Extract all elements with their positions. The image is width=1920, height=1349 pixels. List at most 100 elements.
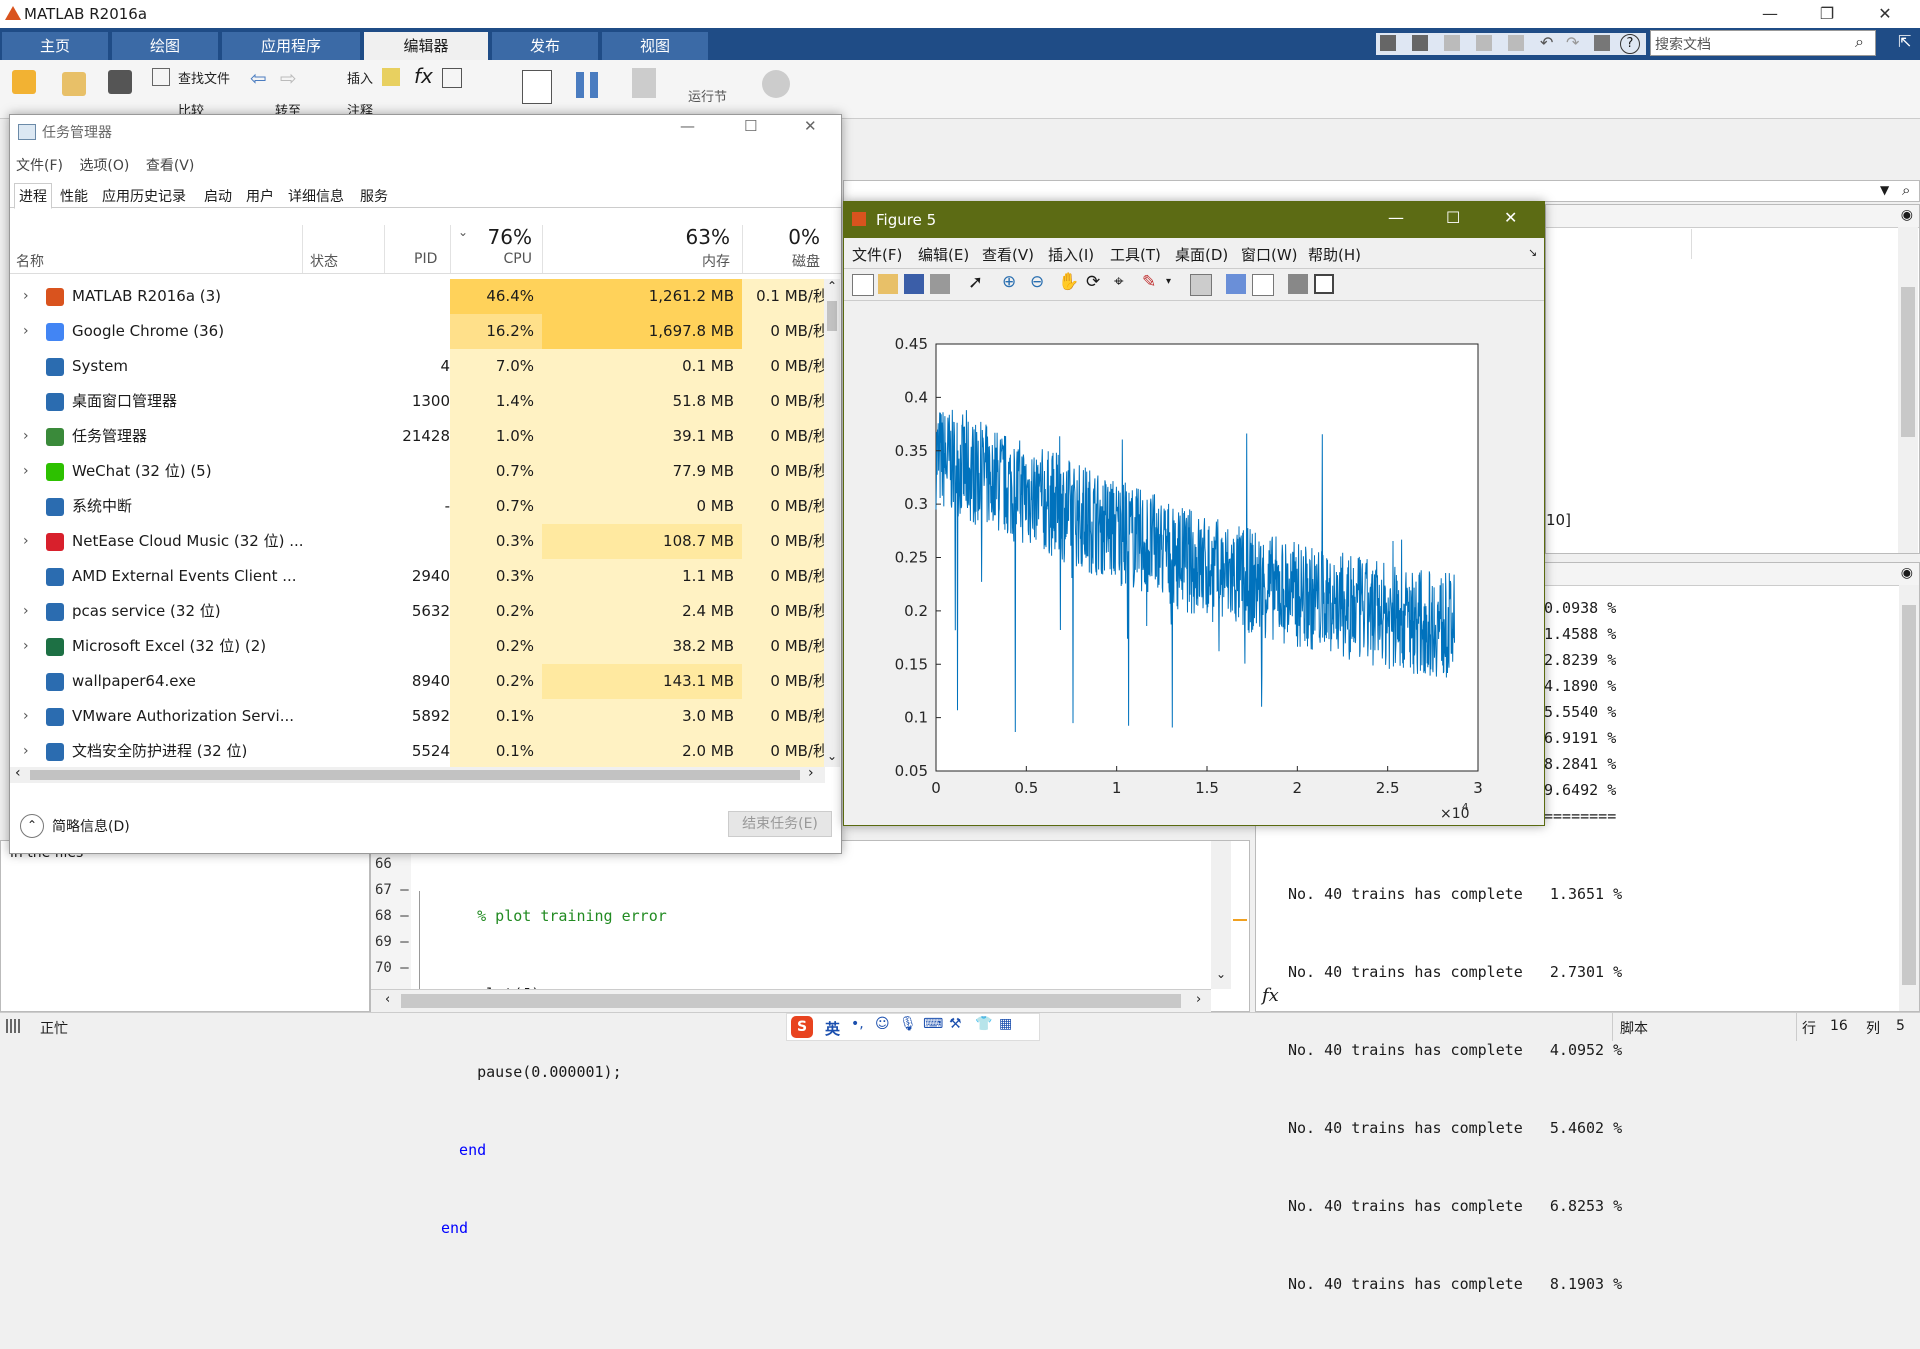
tm-maximize-icon[interactable]: ☐: [744, 117, 757, 135]
tm-vscrollbar[interactable]: ⌃ ⌄: [824, 279, 840, 767]
code-area[interactable]: % plot training error plot(J); pause(0.0…: [441, 851, 667, 1293]
fig-brush-dropdown-icon[interactable]: ▾: [1166, 276, 1171, 287]
tm-tab-processes[interactable]: 进程: [14, 183, 52, 209]
process-row[interactable]: › MATLAB R2016a (3) 46.4% 1,261.2 MB 0.1 MB/…: [10, 279, 825, 314]
run-section-button[interactable]: 运行节: [688, 86, 727, 105]
close-icon[interactable]: ✕: [1862, 0, 1908, 28]
fig-pointer-icon[interactable]: ➚: [968, 272, 983, 293]
find-files-icon[interactable]: [152, 68, 170, 86]
process-row[interactable]: AMD External Events Client ... 2940 0.3% 1.…: [10, 559, 825, 594]
command-scroll-thumb[interactable]: [1902, 605, 1916, 985]
punctuation-icon[interactable]: •,: [851, 1016, 864, 1032]
tm-hscrollbar[interactable]: ‹ ›: [10, 765, 825, 783]
scroll-down-icon[interactable]: ⌄: [1216, 967, 1226, 981]
expand-chevron-icon[interactable]: ›: [23, 699, 29, 734]
open-folder-icon[interactable]: [62, 72, 86, 96]
save-icon[interactable]: [1412, 35, 1428, 51]
expand-chevron-icon[interactable]: ›: [23, 314, 29, 349]
expand-chevron-icon[interactable]: ›: [23, 454, 29, 489]
collapse-ribbon-icon[interactable]: ⇱: [1898, 32, 1911, 51]
editor-vscrollbar[interactable]: ⌄: [1211, 841, 1231, 989]
fig-print-icon[interactable]: [930, 274, 950, 294]
expand-chevron-icon[interactable]: ›: [23, 524, 29, 559]
fig-link-icon[interactable]: [1190, 274, 1212, 296]
run-advance-icon[interactable]: [632, 68, 656, 98]
tab-view[interactable]: 视图: [602, 32, 708, 60]
fig-legend-icon[interactable]: [1252, 274, 1274, 296]
new-file-icon[interactable]: [12, 70, 36, 94]
col-header-name[interactable]: 名称: [16, 251, 44, 271]
fig-brush-icon[interactable]: ✎: [1142, 272, 1156, 292]
mem-total[interactable]: 63%: [630, 225, 730, 249]
switch-windows-icon[interactable]: [1594, 35, 1610, 51]
col-header-memory[interactable]: 内存: [630, 251, 730, 271]
process-row[interactable]: 系统中断 -0.7% 0 MB 0 MB/秒: [10, 489, 825, 524]
tm-tab-startup[interactable]: 启动: [204, 186, 232, 206]
workspace-scrollbar[interactable]: [1898, 227, 1918, 553]
ime-toolbar[interactable]: S 英 •, ☺ 🎙 ⌨ ⚒ 👕 ▦: [786, 1013, 1040, 1041]
pause-icon[interactable]: [576, 72, 584, 98]
process-row[interactable]: wallpaper64.exe 8940 0.2% 143.1 MB 0 MB/秒: [10, 664, 825, 699]
skin-icon[interactable]: 👕: [975, 1016, 992, 1032]
scroll-right-icon[interactable]: ›: [808, 765, 814, 781]
tm-close-icon[interactable]: ✕: [804, 117, 817, 135]
tm-menu-view[interactable]: 查看(V): [146, 158, 195, 174]
fig-menu-file[interactable]: 文件(F): [852, 244, 902, 265]
sort-desc-icon[interactable]: ⌄: [458, 225, 468, 239]
fig-pan-icon[interactable]: ✋: [1058, 272, 1079, 292]
code-analyzer-marker[interactable]: [1233, 919, 1247, 921]
fig-save-icon[interactable]: [904, 274, 924, 294]
search-icon[interactable]: ⌕: [1855, 32, 1864, 52]
fig-menu-window[interactable]: 窗口(W): [1241, 244, 1298, 265]
tm-minimize-icon[interactable]: —: [680, 117, 695, 135]
keyboard-icon[interactable]: ⌨: [923, 1016, 943, 1032]
tm-menu-file[interactable]: 文件(F): [16, 158, 63, 174]
microphone-icon[interactable]: 🎙: [899, 1016, 917, 1032]
fig-minimize-icon[interactable]: —: [1388, 208, 1404, 227]
tab-plots[interactable]: 绘图: [112, 32, 218, 60]
process-row[interactable]: System 4 7.0% 0.1 MB 0 MB/秒: [10, 349, 825, 384]
process-row[interactable]: › Google Chrome (36) 16.2% 1,697.8 MB 0 MB/秒: [10, 314, 825, 349]
search-documentation-input[interactable]: 搜索文档 ⌕: [1650, 30, 1876, 56]
editor-hscroll-thumb[interactable]: [401, 994, 1181, 1008]
fig-menu-desktop[interactable]: 桌面(D): [1175, 244, 1228, 265]
tm-hscroll-thumb[interactable]: [30, 770, 800, 780]
paste-icon[interactable]: [1508, 35, 1524, 51]
scroll-left-icon[interactable]: ‹: [15, 765, 21, 781]
restore-icon[interactable]: ❐: [1804, 0, 1850, 28]
expand-chevron-icon[interactable]: ›: [23, 594, 29, 629]
disk-total[interactable]: 0%: [752, 225, 820, 249]
current-folder-bar[interactable]: ▼ ⌕: [843, 180, 1920, 202]
col-header-status[interactable]: 状态: [310, 251, 338, 271]
tab-publish[interactable]: 发布: [492, 32, 598, 60]
tm-tab-performance[interactable]: 性能: [60, 186, 88, 206]
fig-menu-edit[interactable]: 编辑(E): [918, 244, 969, 265]
minimize-icon[interactable]: —: [1747, 0, 1793, 28]
command-scrollbar[interactable]: [1899, 585, 1919, 1011]
fx-insert-icon[interactable]: fx: [414, 64, 433, 88]
fig-new-icon[interactable]: [852, 274, 874, 296]
expand-chevron-icon[interactable]: ›: [23, 629, 29, 664]
tm-vscroll-thumb[interactable]: [827, 301, 837, 331]
fig-datacursor-icon[interactable]: ⌖: [1114, 272, 1124, 292]
help-icon[interactable]: ?: [1620, 34, 1640, 54]
fig-open-icon[interactable]: [878, 274, 898, 294]
tm-tab-users[interactable]: 用户: [246, 186, 274, 206]
expand-chevron-icon[interactable]: ›: [23, 279, 29, 314]
tm-menu-options[interactable]: 选项(O): [79, 158, 129, 174]
tab-home[interactable]: 主页: [2, 32, 108, 60]
process-row[interactable]: 桌面窗口管理器 1300 1.4% 51.8 MB 0 MB/秒: [10, 384, 825, 419]
editor-panel[interactable]: 66 67 — 68 — 69 — 70 — % plot training e…: [370, 840, 1250, 1237]
fig-menu-view[interactable]: 查看(V): [982, 244, 1034, 265]
workspace-scroll-thumb[interactable]: [1901, 287, 1915, 437]
tab-apps[interactable]: 应用程序: [222, 32, 360, 60]
save-file-icon[interactable]: [108, 70, 132, 94]
process-row[interactable]: › NetEase Cloud Music (32 位) ... 0.3% 108.7…: [10, 524, 825, 559]
emoji-icon[interactable]: ☺: [875, 1016, 890, 1032]
ime-language[interactable]: 英: [825, 1018, 840, 1039]
redo-icon[interactable]: ↷: [1566, 33, 1579, 52]
col-header-cpu[interactable]: CPU: [482, 251, 532, 267]
forward-icon[interactable]: ⇨: [280, 66, 297, 90]
insert-section-icon[interactable]: [382, 68, 400, 86]
scroll-up-icon[interactable]: ⌃: [827, 279, 837, 293]
